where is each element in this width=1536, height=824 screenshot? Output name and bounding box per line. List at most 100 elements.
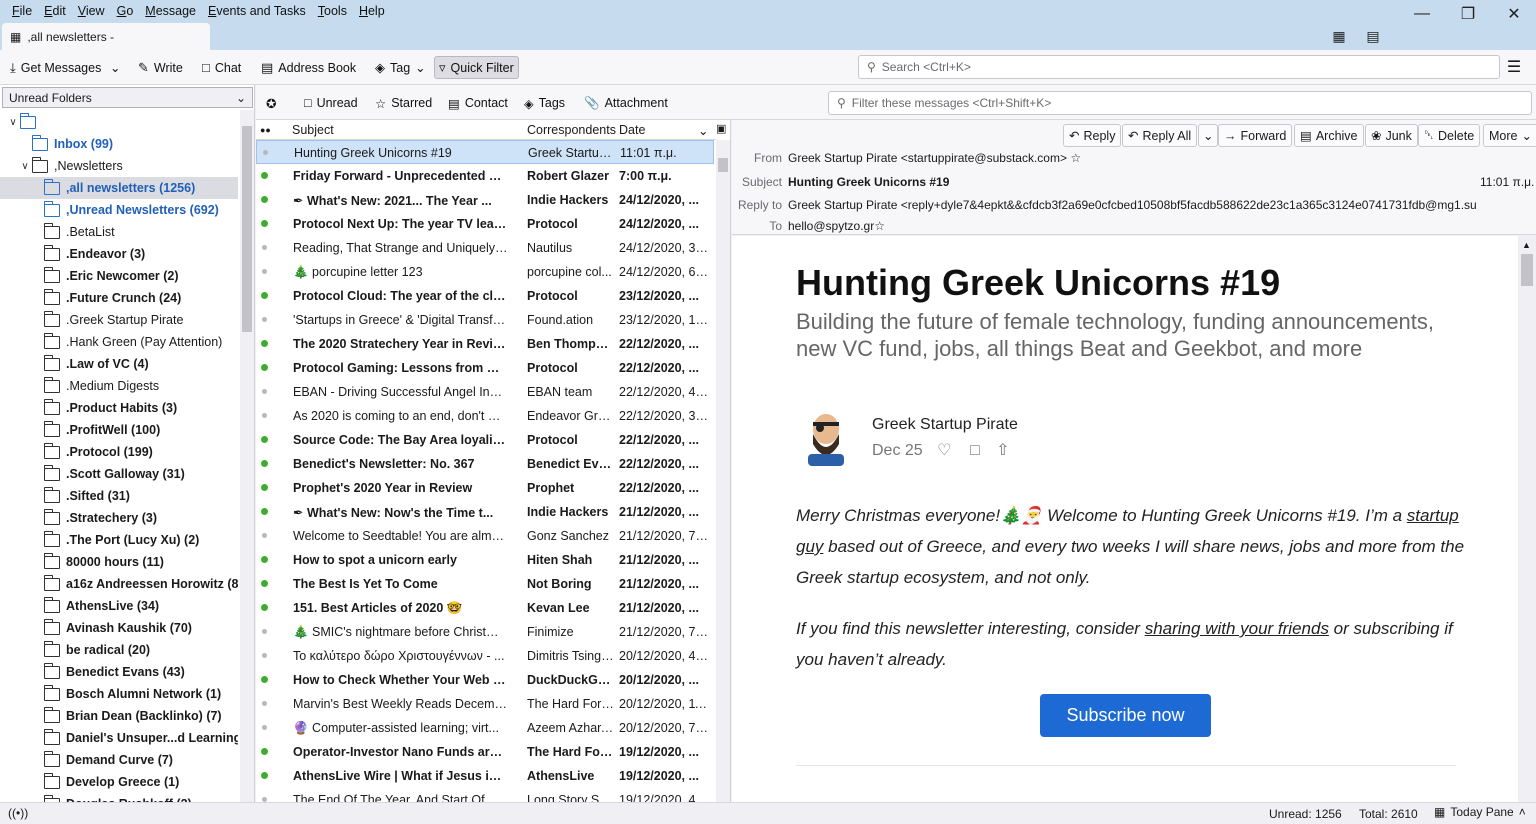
thread-row[interactable]: How to Check Whether Your Web C... DuckDu…	[256, 668, 714, 692]
attachment-filter-button[interactable]: 📎 Attachment	[584, 93, 668, 113]
folder-item[interactable]: .Stratechery (3)	[0, 507, 238, 529]
heart-icon[interactable]: ♡	[937, 442, 951, 459]
thread-row[interactable]: Benedict's Newsletter: No. 367 Benedict E…	[256, 452, 714, 476]
read-status-icon[interactable]	[262, 701, 267, 706]
address-book-button[interactable]: ▤ Address Book	[257, 56, 360, 79]
folder-item[interactable]: Demand Curve (7)	[0, 749, 238, 771]
junk-button[interactable]: ❀ Junk	[1365, 124, 1418, 147]
read-status-icon[interactable]	[262, 245, 267, 250]
thread-row[interactable]: Reading, That Strange and Uniquely H... N…	[256, 236, 714, 260]
folder-mode-select[interactable]: Unread Folders ⌄	[2, 87, 253, 108]
folder-item[interactable]: .Protocol (199)	[0, 441, 238, 463]
folder-item[interactable]: .Future Crunch (24)	[0, 287, 238, 309]
read-status-icon[interactable]	[261, 220, 268, 227]
calendar-icon[interactable]: ▦	[1328, 26, 1350, 46]
app-menu-icon[interactable]: ☰	[1503, 55, 1525, 79]
folder-item[interactable]: Develop Greece (1)	[0, 771, 238, 793]
star-icon[interactable]: ☆	[1070, 151, 1081, 165]
thread-scrollbar[interactable]	[716, 140, 730, 802]
thread-row[interactable]: Marvin's Best Weekly Reads Decembe... The…	[256, 692, 714, 716]
folder-item[interactable]: ,all newsletters (1256)	[0, 177, 238, 199]
read-status-icon[interactable]	[261, 460, 268, 467]
read-status-icon[interactable]	[261, 364, 268, 371]
thread-row[interactable]: Hunting Greek Unicorns #19 Greek Startup …	[256, 140, 714, 164]
read-status-icon[interactable]	[262, 653, 267, 658]
folder-item[interactable]: .Scott Galloway (31)	[0, 463, 238, 485]
folder-item[interactable]: Benedict Evans (43)	[0, 661, 238, 683]
read-status-icon[interactable]	[263, 150, 268, 155]
thread-row[interactable]: EBAN - Driving Successful Angel Inves...…	[256, 380, 714, 404]
folder-item[interactable]: .The Port (Lucy Xu) (2)	[0, 529, 238, 551]
folder-item[interactable]: .Endeavor (3)	[0, 243, 238, 265]
read-status-icon[interactable]	[262, 629, 267, 634]
thread-column-icon[interactable]: ●●	[260, 125, 271, 135]
thread-row[interactable]: How to spot a unicorn early Hiten Shah 21/…	[256, 548, 714, 572]
quick-filter-button[interactable]: ▿ Quick Filter	[434, 56, 519, 79]
write-button[interactable]: ✎ Write	[134, 56, 187, 79]
read-status-icon[interactable]	[261, 340, 268, 347]
folder-scroll-thumb[interactable]	[242, 126, 252, 332]
folder-item[interactable]: 80000 hours (11)	[0, 551, 238, 573]
message-scroll-thumb[interactable]	[1521, 254, 1533, 286]
menu-view[interactable]: View	[72, 4, 111, 18]
folder-item[interactable]: AthensLive (34)	[0, 595, 238, 617]
get-messages-dropdown[interactable]: ⌄	[107, 56, 123, 79]
message-scrollbar[interactable]: ▲	[1518, 236, 1536, 802]
replyto-value[interactable]: Greek Startup Pirate <reply+dyle7&4epkt&…	[788, 198, 1478, 212]
restore-icon[interactable]: ❐	[1446, 2, 1490, 26]
thread-row[interactable]: Source Code: The Bay Area loyalists... Pr…	[256, 428, 714, 452]
unread-filter-button[interactable]: □ Unread	[304, 93, 358, 113]
thread-row[interactable]: ✒ What's New: 2021... The Year ... Indie …	[256, 188, 714, 212]
thread-row[interactable]: 🎄 SMIC's nightmare before Christmas Finim…	[256, 620, 714, 644]
folder-item[interactable]: ∨ ,Newsletters	[0, 155, 238, 177]
folder-item[interactable]: Inbox (99)	[0, 133, 238, 155]
sticky-filter-button[interactable]: ✪	[266, 93, 276, 113]
chat-button[interactable]: □ Chat	[198, 56, 245, 79]
close-icon[interactable]: ✕	[1492, 2, 1536, 26]
folder-item[interactable]: .BetaList	[0, 221, 238, 243]
read-status-icon[interactable]	[261, 556, 268, 563]
thread-row[interactable]: Protocol Cloud: The year of the cloud Pro…	[256, 284, 714, 308]
folder-scrollbar[interactable]	[240, 110, 254, 802]
thread-row[interactable]: 'Startups in Greece' & 'Digital Transfor…	[256, 308, 714, 332]
folder-item[interactable]: Avinash Kaushik (70)	[0, 617, 238, 639]
read-status-icon[interactable]	[261, 436, 268, 443]
read-status-icon[interactable]	[262, 389, 267, 394]
folder-item[interactable]: ∨	[0, 111, 238, 133]
thread-row[interactable]: AthensLive Wire | What if Jesus is b... A…	[256, 764, 714, 788]
thread-scroll-thumb[interactable]	[718, 158, 728, 172]
read-status-icon[interactable]	[261, 676, 268, 683]
menu-go[interactable]: Go	[111, 4, 140, 18]
folder-item[interactable]: .Eric Newcomer (2)	[0, 265, 238, 287]
folder-item[interactable]: .Product Habits (3)	[0, 397, 238, 419]
thread-row[interactable]: Το καλύτερο δώρο Χριστουγέννων - ... Dimi…	[256, 644, 714, 668]
read-status-icon[interactable]	[261, 604, 268, 611]
star-icon[interactable]: ☆	[874, 219, 885, 233]
reply-all-dropdown[interactable]: ⌄	[1198, 124, 1219, 147]
folder-item[interactable]: .Hank Green (Pay Attention)	[0, 331, 238, 353]
read-status-icon[interactable]	[261, 748, 268, 755]
read-status-icon[interactable]	[261, 484, 268, 491]
read-status-icon[interactable]	[262, 317, 267, 322]
folder-item[interactable]: .Greek Startup Pirate	[0, 309, 238, 331]
tab-all-newsletters[interactable]: ▦ ,all newsletters -	[2, 23, 210, 50]
read-status-icon[interactable]	[261, 580, 268, 587]
thread-row[interactable]: Protocol Next Up: The year TV leap... Pro…	[256, 212, 714, 236]
thread-row[interactable]: The Best Is Yet To Come Not Boring 21/12/2…	[256, 572, 714, 596]
correspondents-column[interactable]: Correspondents	[527, 123, 616, 137]
thread-row[interactable]: Protocol Gaming: Lessons from Cyb... Prot…	[256, 356, 714, 380]
forward-button[interactable]: → Forward	[1218, 124, 1293, 147]
folder-item[interactable]: a16z Andreessen Horowitz (8)	[0, 573, 238, 595]
archive-button[interactable]: ▤ Archive	[1294, 124, 1364, 147]
folder-item[interactable]: Daniel's Unsuper...d Learning (1	[0, 727, 238, 749]
twisty-icon[interactable]: ∨	[18, 161, 32, 172]
thread-row[interactable]: Welcome to Seedtable! You are almos... Go…	[256, 524, 714, 548]
folder-item[interactable]: Bosch Alumni Network (1)	[0, 683, 238, 705]
filter-messages-input[interactable]: ⚲ Filter these messages <Ctrl+Shift+K>	[828, 91, 1532, 115]
folder-item[interactable]: be radical (20)	[0, 639, 238, 661]
post-author[interactable]: Greek Startup Pirate	[872, 416, 1018, 434]
get-messages-button[interactable]: ⤓ Get Messages	[6, 56, 105, 79]
menu-tools[interactable]: Tools	[312, 4, 353, 18]
read-status-icon[interactable]	[261, 196, 268, 203]
comment-icon[interactable]: □	[970, 442, 980, 459]
